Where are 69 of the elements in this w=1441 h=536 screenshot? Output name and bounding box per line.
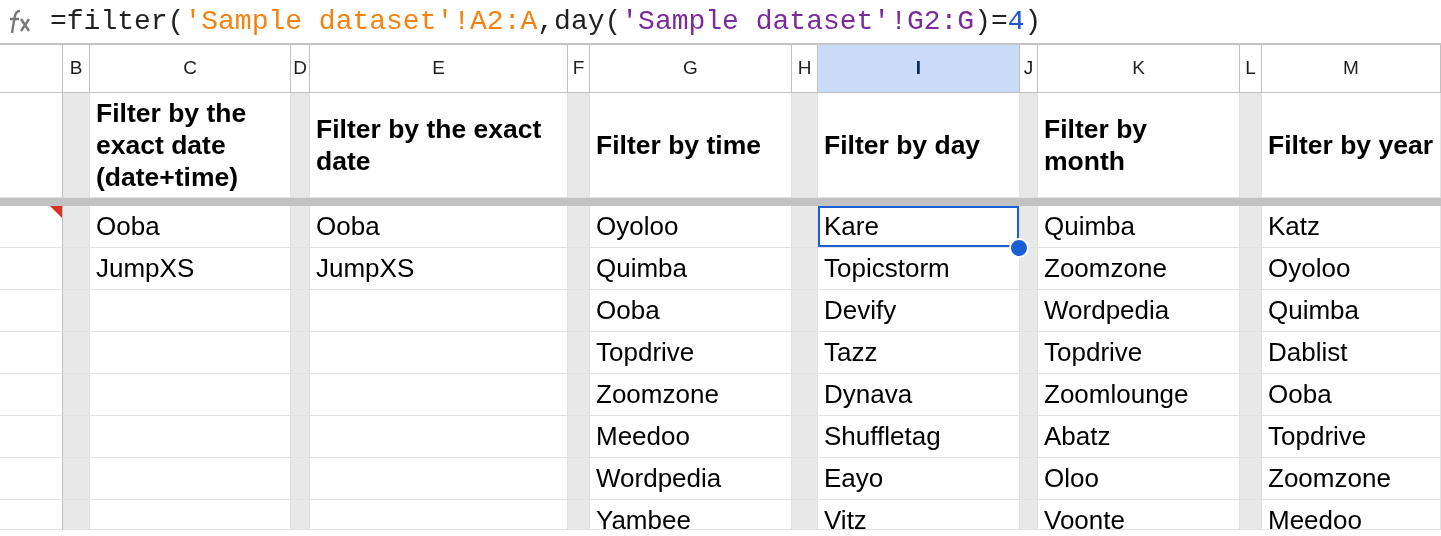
table-cell[interactable]: Zoomzone — [1262, 458, 1440, 499]
column-header[interactable]: G — [590, 45, 792, 93]
column-header[interactable]: I — [818, 45, 1020, 93]
column-header[interactable]: E — [310, 45, 568, 93]
table-cell[interactable]: Topdrive — [590, 332, 791, 373]
table-cell[interactable]: Katz — [1262, 206, 1440, 247]
table-cell[interactable]: Meedoo — [1262, 500, 1440, 529]
table-cell[interactable]: Quimba — [1262, 290, 1440, 331]
table-cell[interactable]: JumpXS — [90, 248, 290, 289]
table-cell[interactable]: Abatz — [1038, 416, 1239, 457]
table-cell[interactable]: Devify — [818, 290, 1019, 331]
table-cell[interactable]: Oyoloo — [1262, 248, 1440, 289]
table-cell[interactable]: Eayo — [818, 458, 1019, 499]
column-header[interactable]: F — [568, 45, 590, 93]
table-cell[interactable]: Dynava — [818, 374, 1019, 415]
column-header[interactable]: D — [291, 45, 310, 93]
column-header[interactable]: M — [1262, 45, 1441, 93]
table-cell[interactable]: Quimba — [590, 248, 791, 289]
spacer-cell — [291, 374, 310, 416]
spacer-cell — [63, 374, 90, 416]
table-cell[interactable]: Topdrive — [1038, 332, 1239, 373]
column-title: Filter by time — [595, 129, 762, 161]
spacer-cell — [63, 416, 90, 458]
table-cell[interactable]: Dablist — [1262, 332, 1440, 373]
column-header[interactable]: L — [1240, 45, 1262, 93]
column-header[interactable]: C — [90, 45, 291, 93]
table-cell[interactable]: Topdrive — [1262, 416, 1440, 457]
spacer-cell — [291, 500, 310, 530]
table-cell[interactable]: JumpXS — [310, 248, 567, 289]
table-cell[interactable]: Wordpedia — [590, 458, 791, 499]
table-cell[interactable]: Zoomzone — [1038, 248, 1239, 289]
spacer-cell — [291, 458, 310, 500]
table-cell[interactable]: Shuffletag — [818, 416, 1019, 457]
table-cell[interactable]: Yambee — [590, 500, 791, 529]
spacer-cell — [291, 290, 310, 332]
table-cell[interactable]: Ooba — [90, 206, 290, 247]
table-cell[interactable]: Oyoloo — [590, 206, 791, 247]
column-header[interactable]: K — [1038, 45, 1240, 93]
column-title: Filter by month — [1043, 113, 1149, 177]
table-cell[interactable]: Voonte — [1038, 500, 1239, 529]
table-cell[interactable]: Ooba — [590, 290, 791, 331]
column-title: Filter by the exact date — [315, 113, 543, 177]
table-cell[interactable]: Quimba — [1038, 206, 1239, 247]
table-cell[interactable]: Oloo — [1038, 458, 1239, 499]
spacer-cell — [63, 458, 90, 500]
column-title: Filter by the exact date (date+time) — [95, 97, 248, 193]
table-cell[interactable]: Zoomlounge — [1038, 374, 1239, 415]
select-all-corner[interactable] — [0, 45, 63, 93]
table-cell[interactable]: Vitz — [818, 500, 1019, 529]
table-cell[interactable]: Wordpedia — [1038, 290, 1239, 331]
column-header[interactable]: H — [792, 45, 818, 93]
fill-handle[interactable] — [1009, 238, 1029, 258]
spacer-cell — [291, 416, 310, 458]
table-cell[interactable]: Zoomzone — [590, 374, 791, 415]
table-cell[interactable]: Tazz — [818, 332, 1019, 373]
table-cell[interactable]: Ooba — [310, 206, 567, 247]
table-cell[interactable]: Topicstorm — [818, 248, 1019, 289]
spacer-cell — [63, 500, 90, 530]
spacer-cell — [63, 290, 90, 332]
table-cell[interactable]: Kare — [818, 206, 1019, 247]
formula-text[interactable]: =filter('Sample dataset'!A2:A,day('Sample dataset'!G2:G)=4) — [50, 0, 1042, 43]
column-header[interactable]: B — [63, 45, 90, 93]
column-header[interactable]: J — [1020, 45, 1038, 93]
table-cell[interactable]: Meedoo — [590, 416, 791, 457]
table-cell[interactable]: Ooba — [1262, 374, 1440, 415]
spacer-cell — [63, 332, 90, 374]
column-title: Filter by day — [823, 129, 982, 161]
spacer-cell — [291, 332, 310, 374]
column-title: Filter by year — [1267, 129, 1433, 161]
